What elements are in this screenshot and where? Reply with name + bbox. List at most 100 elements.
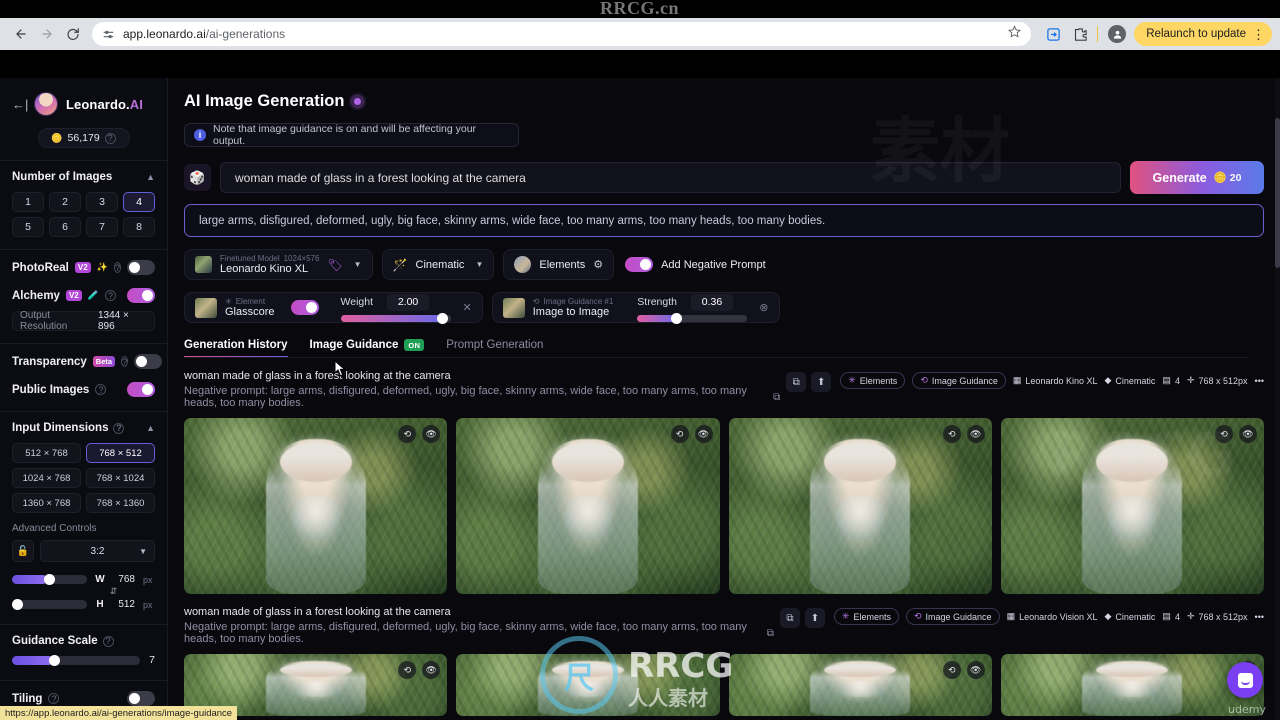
dim-768x1024[interactable]: 768 × 1024 — [86, 468, 155, 488]
generated-image[interactable]: ⟲ 👁 — [728, 654, 992, 716]
alchemy-toggle[interactable] — [127, 288, 155, 303]
badge-image-guidance-2[interactable]: ⟲ Image Guidance — [905, 608, 1000, 625]
num-images-7[interactable]: 7 — [86, 217, 118, 237]
input-dimensions-help-icon[interactable]: ? — [113, 422, 125, 434]
width-slider[interactable] — [12, 574, 87, 585]
image-guidance-overlay-icon[interactable]: ⟲ — [398, 661, 417, 679]
credits-pill[interactable]: 🪙 56,179 ? — [37, 128, 130, 148]
brand-header[interactable]: ←| Leonardo.AI — [12, 78, 155, 126]
collapse-sidebar-icon[interactable]: ←| — [12, 97, 28, 112]
copy-prompt-button[interactable]: ⧉ — [779, 608, 800, 628]
photoreal-toggle[interactable] — [127, 260, 155, 275]
badge-elements-1[interactable]: ✳ Elements — [840, 372, 906, 389]
generated-image[interactable]: ⟲ 👁 — [184, 418, 448, 594]
finetuned-model-chip[interactable]: Finetuned Model 1024×576 Leonardo Kino X… — [184, 249, 373, 280]
prompt-input[interactable]: woman made of glass in a forest looking … — [220, 162, 1121, 193]
aspect-ratio-select[interactable]: 3:2 ▼ — [40, 540, 155, 562]
num-images-4[interactable]: 4 — [123, 192, 155, 212]
tab-generation-history[interactable]: Generation History — [184, 339, 288, 358]
image-guidance-overlay-icon[interactable]: ⟲ — [942, 661, 961, 679]
forward-button[interactable] — [34, 21, 60, 47]
generated-image[interactable]: ⟲ 👁 — [728, 418, 992, 594]
randomize-prompt-icon[interactable]: 🎲 — [184, 164, 211, 191]
address-bar[interactable]: app.leonardo.ai/ai-generations — [92, 22, 1032, 46]
num-images-3[interactable]: 3 — [86, 192, 118, 212]
tiling-help-icon[interactable]: ? — [48, 693, 60, 704]
swap-dimensions-icon[interactable]: ⇵ — [12, 586, 155, 597]
guidance-strength-slider[interactable] — [637, 312, 748, 324]
height-slider[interactable] — [12, 599, 87, 610]
element-card[interactable]: ✳ Element Glasscore Weight 2.00 ✕ — [184, 292, 483, 324]
eye-icon[interactable]: 👁 — [422, 425, 441, 443]
public-images-help-icon[interactable]: ? — [95, 384, 107, 395]
eye-icon[interactable]: 👁 — [966, 661, 985, 679]
chevron-up-icon[interactable]: ▲ — [146, 172, 155, 182]
public-images-toggle[interactable] — [127, 382, 155, 397]
generated-image[interactable]: ⟲ — [1000, 654, 1264, 716]
elements-chip[interactable]: Elements ⚙ — [503, 249, 615, 280]
eye-icon[interactable]: 👁 — [1239, 425, 1257, 443]
dim-1024x768[interactable]: 1024 × 768 — [12, 468, 81, 488]
image-guidance-overlay-icon[interactable]: ⟲ — [670, 425, 689, 443]
help-icon[interactable]: ? — [104, 132, 116, 144]
eye-icon[interactable]: 👁 — [966, 425, 985, 443]
site-settings-icon[interactable] — [102, 28, 115, 41]
guidance-scale-slider[interactable] — [12, 654, 141, 666]
eye-icon[interactable]: 👁 — [422, 661, 441, 679]
browser-extension-icon-1[interactable] — [1042, 23, 1064, 45]
dim-768x512[interactable]: 768 × 512 — [86, 443, 155, 463]
add-negative-prompt-row[interactable]: Add Negative Prompt — [623, 249, 776, 280]
number-of-images-header[interactable]: Number of Images ▲ — [12, 171, 155, 183]
generated-image[interactable]: ⟲ 👁 — [456, 418, 720, 594]
num-images-1[interactable]: 1 — [12, 192, 44, 212]
num-images-6[interactable]: 6 — [49, 217, 81, 237]
copy-prompt-button[interactable]: ⧉ — [786, 372, 807, 392]
tab-image-guidance[interactable]: Image Guidance ON — [310, 339, 425, 358]
guidance-scale-help-icon[interactable]: ? — [102, 635, 114, 647]
reload-button[interactable] — [60, 21, 86, 47]
guidance-remove-icon[interactable]: ⊗ — [759, 301, 768, 314]
bookmark-star-icon[interactable] — [1008, 25, 1022, 43]
image-guidance-card[interactable]: ⟲ Image Guidance #1 Image to Image Stren… — [491, 292, 780, 324]
style-chip[interactable]: 🪄 Cinematic ▼ — [381, 249, 495, 280]
image-guidance-overlay-icon[interactable]: ⟲ — [398, 425, 417, 443]
model-chevron-down-icon[interactable]: ▼ — [354, 260, 362, 269]
dim-1360x768[interactable]: 1360 × 768 — [12, 493, 81, 513]
tiling-toggle[interactable] — [127, 691, 155, 706]
chat-widget-button[interactable] — [1227, 662, 1263, 698]
copy-icon[interactable]: ⧉ — [767, 628, 774, 639]
tab-prompt-generation[interactable]: Prompt Generation — [446, 339, 543, 358]
num-images-8[interactable]: 8 — [123, 217, 155, 237]
profile-avatar[interactable] — [1108, 25, 1127, 43]
generated-image[interactable]: ⟲ 👁 — [1000, 418, 1264, 594]
photoreal-help-icon[interactable]: ? — [113, 262, 121, 273]
transparency-toggle[interactable] — [134, 354, 163, 369]
relaunch-to-update-button[interactable]: Relaunch to update ⋮ — [1134, 22, 1272, 46]
add-negative-prompt-toggle[interactable] — [625, 257, 654, 272]
style-chevron-down-icon[interactable]: ▼ — [475, 260, 483, 269]
num-images-2[interactable]: 2 — [49, 192, 81, 212]
alchemy-help-icon[interactable]: ? — [104, 290, 116, 301]
badge-more-2[interactable]: ••• — [1255, 610, 1264, 624]
copy-icon[interactable]: ⧉ — [773, 392, 780, 403]
upload-button[interactable]: ⬆ — [804, 608, 825, 628]
image-guidance-overlay-icon[interactable]: ⟲ — [942, 425, 961, 443]
badge-more-1[interactable]: ••• — [1255, 374, 1264, 388]
num-images-5[interactable]: 5 — [12, 217, 44, 237]
page-scrollbar[interactable] — [1275, 78, 1280, 720]
dim-768x1360[interactable]: 768 × 1360 — [86, 493, 155, 513]
browser-menu-icon[interactable]: ⋮ — [1252, 28, 1265, 41]
element-weight-slider[interactable] — [340, 312, 451, 324]
gear-icon[interactable]: ⚙ — [593, 258, 603, 271]
input-dimensions-chevron-up-icon[interactable]: ▲ — [146, 423, 155, 433]
extensions-puzzle-icon[interactable] — [1069, 23, 1091, 45]
eye-icon[interactable]: 👁 — [694, 425, 713, 443]
upload-button[interactable]: ⬆ — [811, 372, 832, 392]
badge-elements-2[interactable]: ✳ Elements — [833, 608, 899, 625]
lock-aspect-ratio-icon[interactable]: 🔓 — [12, 540, 34, 562]
generate-button[interactable]: Generate 🪙 20 — [1130, 161, 1264, 194]
element-toggle[interactable] — [290, 300, 319, 315]
input-dimensions-header[interactable]: Input Dimensions ? ▲ — [12, 422, 155, 434]
transparency-help-icon[interactable]: ? — [121, 356, 129, 367]
element-remove-icon[interactable]: ✕ — [463, 301, 472, 314]
